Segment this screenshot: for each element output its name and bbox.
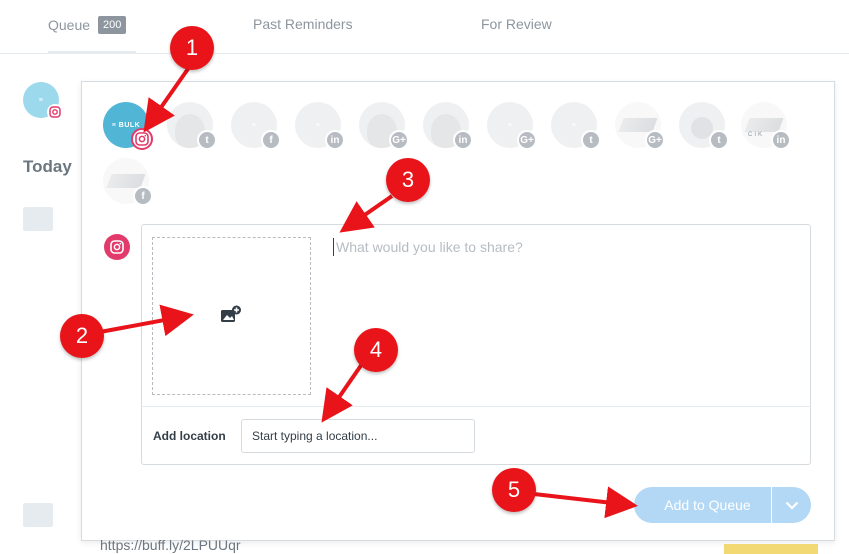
tab-for-review[interactable]: For Review bbox=[481, 16, 552, 32]
annotation-marker-2: 2 bbox=[60, 314, 104, 358]
queue-options-dropdown[interactable] bbox=[771, 487, 811, 523]
instagram-icon bbox=[131, 128, 153, 150]
page: { "tabs": [ {"label": "Queue", "count": … bbox=[0, 0, 849, 554]
tab-queue[interactable]: Queue 200 bbox=[48, 16, 127, 34]
building-logo-text: CIK bbox=[748, 132, 765, 138]
profile-linkedin-person[interactable]: in bbox=[423, 102, 473, 150]
profile-facebook-business[interactable]: ≡ f bbox=[231, 102, 281, 150]
google-plus-icon: G+ bbox=[517, 130, 537, 150]
business-logo-icon: ≡ bbox=[38, 96, 44, 104]
annotation-marker-5: 5 bbox=[492, 468, 536, 512]
profile-google-plus-business[interactable]: ≡ G+ bbox=[487, 102, 537, 150]
facebook-icon: f bbox=[133, 186, 153, 206]
profile-google-plus-building[interactable]: G+ bbox=[615, 102, 665, 150]
annotation-marker-1: 1 bbox=[170, 26, 214, 70]
instagram-icon bbox=[104, 234, 130, 260]
profile-twitter-silhouette[interactable]: t bbox=[679, 102, 729, 150]
profile-linkedin-building[interactable]: CIK in bbox=[741, 102, 791, 150]
facebook-icon: f bbox=[261, 130, 281, 150]
business-logo-icon: ≡ BULK bbox=[111, 121, 141, 129]
tab-for-review-label: For Review bbox=[481, 16, 552, 32]
annotation-marker-4: 4 bbox=[354, 328, 398, 372]
add-location-label: Add location bbox=[153, 429, 226, 443]
profile-linkedin-business[interactable]: ≡ in bbox=[295, 102, 345, 150]
annotation-marker-3: 3 bbox=[386, 158, 430, 202]
google-plus-icon: G+ bbox=[389, 130, 409, 150]
editor-divider bbox=[141, 406, 811, 407]
profile-google-plus-person[interactable]: G+ bbox=[359, 102, 409, 150]
business-logo-icon: ≡ bbox=[571, 121, 577, 129]
post-link[interactable]: https://buff.ly/2LPUUqr bbox=[100, 537, 241, 553]
profile-twitter-business[interactable]: ≡ t bbox=[551, 102, 601, 150]
tab-past-reminders[interactable]: Past Reminders bbox=[253, 16, 353, 32]
profile-instagram-business[interactable]: ≡ BULK bbox=[103, 102, 153, 150]
add-to-queue-label: Add to Queue bbox=[664, 497, 751, 513]
business-logo-icon: ≡ bbox=[315, 121, 321, 129]
add-image-icon[interactable] bbox=[220, 305, 242, 323]
linkedin-icon: in bbox=[771, 130, 791, 150]
twitter-icon: t bbox=[709, 130, 729, 150]
business-logo-icon: ≡ bbox=[507, 121, 513, 129]
profile-avatar[interactable]: ≡ bbox=[23, 82, 63, 120]
queue-count-badge: 200 bbox=[98, 16, 127, 34]
tab-past-reminders-label: Past Reminders bbox=[253, 16, 353, 32]
instagram-icon bbox=[47, 104, 63, 120]
linkedin-icon: in bbox=[325, 130, 345, 150]
twitter-icon: t bbox=[581, 130, 601, 150]
linkedin-icon: in bbox=[453, 130, 473, 150]
add-to-queue-button[interactable]: Add to Queue bbox=[634, 487, 811, 523]
twitter-icon: t bbox=[197, 130, 217, 150]
chevron-down-icon bbox=[785, 501, 798, 510]
day-heading: Today bbox=[23, 157, 72, 176]
image-placeholder-icon bbox=[23, 207, 53, 231]
tab-queue-label: Queue bbox=[48, 17, 91, 33]
post-thumbnail bbox=[724, 544, 818, 554]
text-cursor bbox=[333, 238, 334, 256]
active-tab-indicator bbox=[48, 51, 136, 54]
business-logo-icon: ≡ bbox=[251, 121, 257, 129]
profile-twitter-person[interactable]: t bbox=[167, 102, 217, 150]
image-placeholder-icon bbox=[23, 503, 53, 527]
google-plus-icon: G+ bbox=[645, 130, 665, 150]
tab-bar: Queue 200 Past Reminders For Review bbox=[0, 0, 849, 54]
location-input[interactable] bbox=[241, 419, 475, 453]
profile-facebook-building[interactable]: f bbox=[103, 158, 153, 206]
share-text-input[interactable] bbox=[336, 236, 796, 258]
